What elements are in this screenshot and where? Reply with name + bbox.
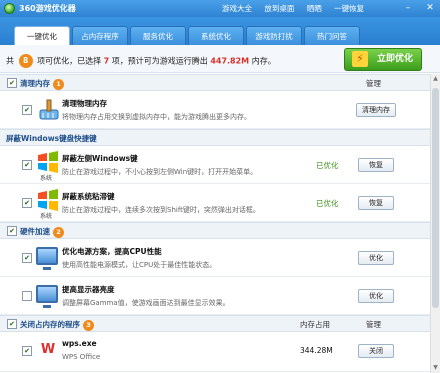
wps-logo-icon: W (40, 342, 56, 357)
row-title: 清理物理内存 (62, 99, 107, 108)
row-brightness: 提高显示器亮度 调整屏幕Gamma值，使游戏画面达到最佳显示效果。 优化 (0, 277, 430, 315)
row-power-plan: 优化电源方案，提高CPU性能 使用高性能电源模式，让CPU处于最佳性能状态。 优… (0, 239, 430, 277)
section-clean-memory: 清理内存1 管理 (0, 74, 430, 91)
restore-button[interactable]: 恢复 (358, 196, 394, 210)
row-checkbox[interactable] (22, 253, 32, 263)
row-title: 屏蔽左侧Windows键 (62, 154, 138, 163)
program-memory: 344.28M (300, 346, 333, 355)
row-desc: 使用高性能电源模式，让CPU处于最佳性能状态。 (62, 261, 217, 269)
memory-freed: 447.82M (210, 56, 250, 66)
row-block-sticky-keys: 系统 屏蔽系统粘滞键 防止在游戏过程中，连续多次按到Shift键时，突然弹出对话… (0, 184, 430, 222)
broom-icon (39, 99, 59, 120)
row-checkbox[interactable] (22, 346, 32, 356)
scroll-down-icon[interactable]: ▼ (431, 363, 440, 373)
status-optimized: 已优化 (316, 199, 339, 208)
tab-service-optimize[interactable]: 服务优化 (130, 26, 186, 45)
total-count-badge: 8 (18, 54, 33, 68)
windows-logo-icon (38, 151, 58, 173)
program-name: wps.exe (62, 339, 97, 348)
system-tag: 系统 (40, 213, 53, 220)
scrollbar[interactable]: ▲ ▼ (430, 74, 440, 373)
row-desc: 调整屏幕Gamma值，使游戏画面达到最佳显示效果。 (62, 299, 230, 307)
optimize-button[interactable]: 优化 (358, 289, 394, 303)
program-desc: WPS Office (62, 353, 101, 361)
row-checkbox[interactable] (22, 160, 32, 170)
count-badge: 1 (53, 78, 64, 90)
optimize-now-button[interactable]: ⚡ 立即优化 (344, 48, 422, 71)
title-bar: 360游戏优化器 游戏大全 放到桌面 晒晒 一键恢复 – ✕ (0, 0, 440, 17)
summary-bar: 共 8 项可优化，已选择 7 项，预计可为游戏运行腾出 447.82M 内存。 … (0, 45, 440, 73)
app-logo-icon (4, 3, 15, 14)
scroll-thumb[interactable] (432, 88, 439, 308)
section-checkbox-memory[interactable] (7, 78, 17, 88)
lightning-icon: ⚡ (352, 51, 368, 67)
system-tag: 系统 (40, 175, 53, 182)
tab-memory-programs[interactable]: 占内存程序 (72, 26, 128, 45)
row-clean-physical-memory: 清理物理内存 将物理内存占用交换到虚拟内存中，能为游戏腾出更多内存。 清理内存 (0, 91, 430, 129)
count-badge: 2 (53, 226, 64, 238)
link-game-center[interactable]: 游戏大全 (222, 4, 252, 13)
title-links: 游戏大全 放到桌面 晒晒 一键恢复 (222, 3, 374, 14)
row-checkbox[interactable] (22, 198, 32, 208)
tab-one-click-optimize[interactable]: 一键优化 (14, 26, 70, 46)
section-checkbox-hardware[interactable] (7, 226, 17, 236)
tab-system-optimize[interactable]: 系统优化 (188, 26, 244, 45)
optimization-list: 清理内存1 管理 清理物理内存 将物理内存占用交换到虚拟内存中，能为游戏腾出更多… (0, 74, 430, 373)
clean-memory-button[interactable]: 清理内存 (356, 103, 396, 117)
link-desktop[interactable]: 放到桌面 (264, 4, 294, 13)
monitor-icon (36, 285, 58, 308)
summary-text: 共 8 项可优化，已选择 7 项，预计可为游戏运行腾出 447.82M 内存。 (6, 54, 276, 68)
row-desc: 防止在游戏过程中，连续多次按到Shift键时，突然弹出对话框。 (62, 206, 260, 214)
row-title: 屏蔽系统粘滞键 (62, 192, 115, 201)
scroll-up-icon[interactable]: ▲ (431, 74, 440, 84)
tab-hot-qa[interactable]: 热门问答 (304, 26, 360, 45)
section-block-hotkeys: 屏蔽Windows键盘快捷键 (0, 129, 430, 146)
row-title: 优化电源方案，提高CPU性能 (62, 247, 162, 256)
row-program-wps: W wps.exe WPS Office 344.28M 关闭 (0, 332, 430, 372)
monitor-icon (36, 247, 58, 270)
restore-button[interactable]: 恢复 (358, 158, 394, 172)
link-restore[interactable]: 一键恢复 (334, 4, 364, 13)
section-checkbox-programs[interactable] (7, 319, 17, 329)
selected-count: 7 (103, 56, 110, 66)
row-desc: 将物理内存占用交换到虚拟内存中，能为游戏腾出更多内存。 (62, 113, 251, 121)
row-title: 提高显示器亮度 (62, 285, 115, 294)
tab-game-no-disturb[interactable]: 游戏防打扰 (246, 26, 302, 45)
close-icon[interactable]: ✕ (424, 2, 436, 14)
count-badge: 3 (83, 319, 94, 331)
row-block-win-key: 系统 屏蔽左侧Windows键 防止在游戏过程中，不小心按到左侧Win键时，打开… (0, 146, 430, 184)
window-title: 360游戏优化器 (19, 4, 76, 13)
section-hardware-accel: 硬件加速2 (0, 222, 430, 239)
optimize-button[interactable]: 优化 (358, 251, 394, 265)
row-desc: 防止在游戏过程中，不小心按到左侧Win键时，打开开始菜单。 (62, 168, 258, 176)
row-checkbox[interactable] (22, 291, 32, 301)
tab-strip: 一键优化 占内存程序 服务优化 系统优化 游戏防打扰 热门问答 (0, 17, 440, 46)
minimize-icon[interactable]: – (402, 2, 414, 14)
link-share[interactable]: 晒晒 (307, 4, 322, 13)
close-program-button[interactable]: 关闭 (358, 344, 394, 358)
status-optimized: 已优化 (316, 161, 339, 170)
windows-logo-icon (38, 189, 58, 211)
row-checkbox[interactable] (22, 105, 32, 115)
section-close-programs: 关闭占内存的程序3 内存占用 管理 (0, 315, 430, 332)
